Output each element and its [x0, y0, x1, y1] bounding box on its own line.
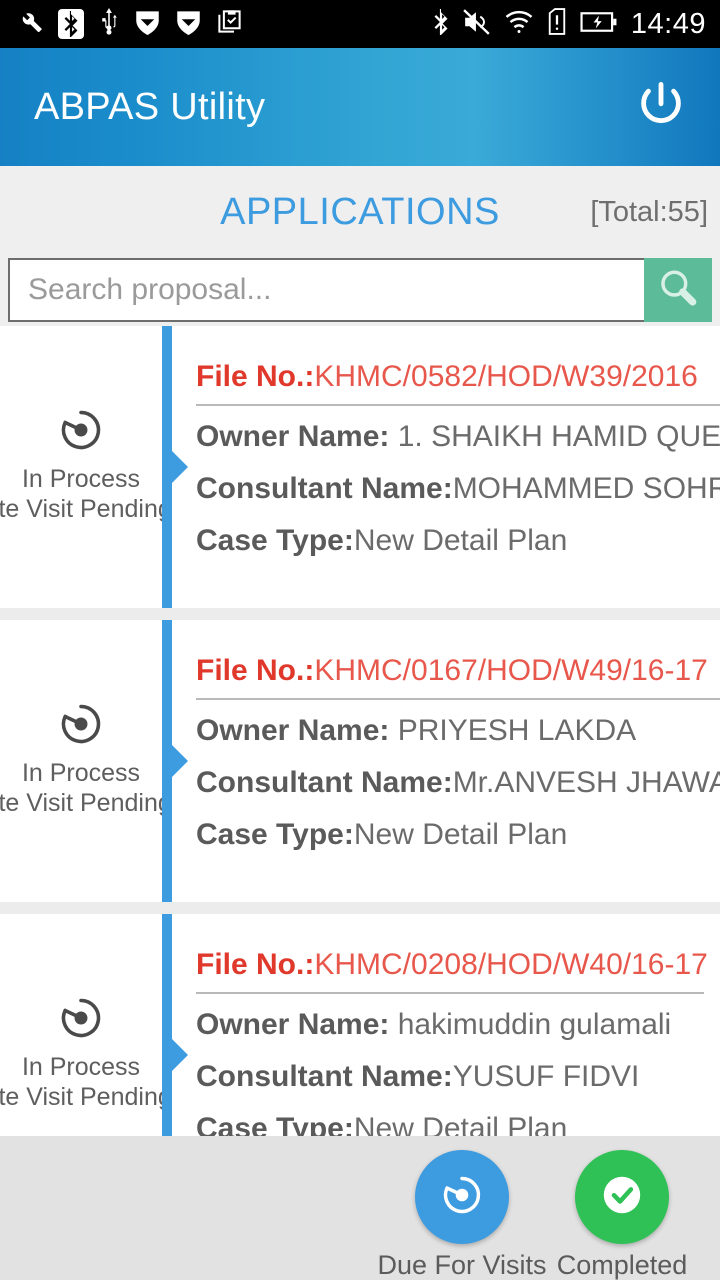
app-screen: 14:49 ABPAS Utility APPLICATIONS [Total:… — [0, 0, 720, 1280]
consultant-name-row: Consultant Name:Mr.ANVESH JHAWAR — [196, 766, 720, 800]
power-icon — [632, 76, 690, 139]
completed-check-icon — [596, 1169, 648, 1226]
status-line-1: In Process — [21, 464, 141, 493]
due-for-visits-icon — [436, 1169, 488, 1226]
clipboard-check-icon — [216, 8, 243, 40]
search-icon — [656, 266, 700, 315]
status-bar-left-icons — [0, 8, 243, 40]
consultant-name-row: Consultant Name:YUSUF FIDVI — [196, 1060, 708, 1094]
case-type-label: Case Type: — [196, 524, 354, 557]
nav-item-due-for-visits[interactable]: Due For Visits — [377, 1150, 547, 1280]
download-chevron-icon-2 — [175, 8, 202, 40]
case-type-row: Case Type:New Detail Plan — [196, 1112, 708, 1136]
wifi-icon — [504, 9, 534, 39]
case-type-value: New Detail Plan — [353, 818, 568, 851]
case-type-label: Case Type: — [196, 1112, 354, 1136]
status-line-2: Site Visit Pending — [0, 1082, 172, 1111]
search-field-wrapper[interactable] — [8, 258, 644, 322]
owner-name-row: Owner Name: hakimuddin gulamali — [196, 1008, 708, 1042]
file-no-row: File No.:KHMC/0208/HOD/W40/16-17 — [196, 948, 708, 982]
list-item-body: File No.:KHMC/0167/HOD/W49/16-17 Owner N… — [172, 620, 720, 902]
nav-label-due-for-visits: Due For Visits — [377, 1250, 547, 1280]
file-no-row: File No.:KHMC/0167/HOD/W49/16-17 — [196, 654, 720, 688]
consultant-name-value: MOHAMMED SOHRAB — [452, 472, 720, 505]
applications-list[interactable]: In Process Site Visit Pending File No.:K… — [0, 326, 720, 1136]
owner-name-value: hakimuddin gulamali — [397, 1008, 672, 1041]
case-type-row: Case Type:New Detail Plan — [196, 524, 720, 558]
owner-name-label: Owner Name: — [196, 714, 398, 747]
sim-alert-icon — [547, 8, 567, 40]
page-title: APPLICATIONS — [220, 190, 500, 233]
in-process-icon — [56, 405, 106, 460]
search-bar — [0, 258, 720, 326]
status-block: In Process Site Visit Pending — [0, 326, 172, 608]
status-line-2: Site Visit Pending — [0, 788, 172, 817]
search-button[interactable] — [644, 258, 712, 322]
app-bar: ABPAS Utility — [0, 48, 720, 166]
owner-name-value: PRIYESH LAKDA — [397, 714, 637, 747]
owner-name-value: 1. SHAIKH HAMID QUERESHI S/ — [397, 420, 720, 453]
in-process-icon — [56, 993, 106, 1048]
consultant-name-label: Consultant Name: — [196, 472, 453, 505]
status-line-1: In Process — [21, 758, 141, 787]
status-bar-right-icons: 14:49 — [432, 8, 720, 41]
file-no-label: File No.: — [196, 948, 315, 981]
page-title-bar: APPLICATIONS [Total:55] — [0, 166, 720, 258]
case-type-value: New Detail Plan — [353, 524, 568, 557]
case-type-value: New Detail Plan — [353, 1112, 568, 1136]
due-for-visits-circle[interactable] — [415, 1150, 509, 1244]
search-input[interactable] — [28, 273, 644, 307]
consultant-name-value: YUSUF FIDVI — [452, 1060, 640, 1093]
card-divider — [196, 992, 704, 994]
owner-name-row: Owner Name: PRIYESH LAKDA — [196, 714, 720, 748]
file-no-value: KHMC/0582/HOD/W39/2016 — [314, 360, 698, 393]
file-no-label: File No.: — [196, 360, 315, 393]
in-process-icon — [56, 699, 106, 754]
owner-name-label: Owner Name: — [196, 420, 398, 453]
completed-circle[interactable] — [575, 1150, 669, 1244]
case-type-row: Case Type:New Detail Plan — [196, 818, 720, 852]
file-no-row: File No.:KHMC/0582/HOD/W39/2016 — [196, 360, 720, 394]
owner-name-row: Owner Name: 1. SHAIKH HAMID QUERESHI S/ — [196, 420, 720, 454]
status-line-2: Site Visit Pending — [0, 494, 172, 523]
usb-icon — [98, 8, 120, 40]
bottom-navigation: Due For Visits Completed — [0, 1136, 720, 1280]
wrench-icon — [18, 8, 44, 40]
volume-mute-icon — [463, 8, 491, 40]
card-divider — [196, 404, 720, 406]
file-no-value: KHMC/0167/HOD/W49/16-17 — [314, 654, 708, 687]
status-accent-bar — [162, 620, 172, 902]
file-no-value: KHMC/0208/HOD/W40/16-17 — [314, 948, 708, 981]
status-accent-bar — [162, 326, 172, 608]
case-type-label: Case Type: — [196, 818, 354, 851]
total-count-badge: [Total:55] — [590, 195, 708, 228]
bluetooth-icon — [432, 8, 450, 40]
card-divider — [196, 698, 720, 700]
status-block: In Process Site Visit Pending — [0, 914, 172, 1136]
status-bar-clock: 14:49 — [630, 7, 706, 40]
consultant-name-value: Mr.ANVESH JHAWAR — [452, 766, 720, 799]
bluetooth-badge-icon — [58, 9, 84, 39]
nav-item-completed[interactable]: Completed — [542, 1150, 702, 1280]
status-accent-bar — [162, 914, 172, 1136]
consultant-name-label: Consultant Name: — [196, 766, 453, 799]
file-no-label: File No.: — [196, 654, 315, 687]
app-title: ABPAS Utility — [34, 85, 266, 128]
list-item[interactable]: In Process Site Visit Pending File No.:K… — [0, 914, 720, 1136]
nav-label-completed: Completed — [556, 1250, 688, 1280]
download-chevron-icon — [134, 8, 161, 40]
owner-name-label: Owner Name: — [196, 1008, 398, 1041]
status-block: In Process Site Visit Pending — [0, 620, 172, 902]
power-button[interactable] — [632, 76, 720, 139]
status-line-1: In Process — [21, 1052, 141, 1081]
status-bar: 14:49 — [0, 0, 720, 48]
list-item-body: File No.:KHMC/0582/HOD/W39/2016 Owner Na… — [172, 326, 720, 608]
battery-charging-icon — [580, 10, 618, 39]
list-item-body: File No.:KHMC/0208/HOD/W40/16-17 Owner N… — [172, 914, 720, 1136]
consultant-name-row: Consultant Name:MOHAMMED SOHRAB — [196, 472, 720, 506]
consultant-name-label: Consultant Name: — [196, 1060, 453, 1093]
list-item[interactable]: In Process Site Visit Pending File No.:K… — [0, 326, 720, 608]
list-item[interactable]: In Process Site Visit Pending File No.:K… — [0, 620, 720, 902]
